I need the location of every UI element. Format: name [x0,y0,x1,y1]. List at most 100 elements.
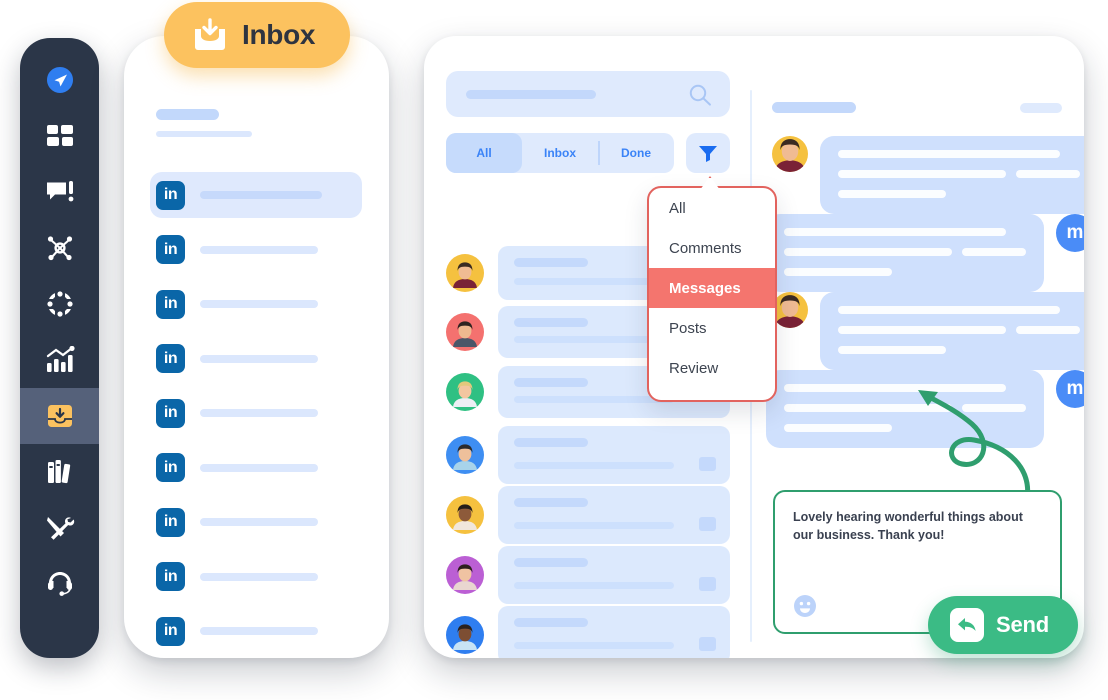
inbox-badge[interactable]: Inbox [164,2,350,68]
sidebar-item-dashboard[interactable] [20,108,99,164]
chat-line [784,268,892,276]
filter-dropdown-menu: All Comments Messages Posts Review [647,186,777,402]
reply-arrow-icon [950,608,984,642]
chat-line [838,150,1060,158]
brand-avatar: m [1056,214,1084,252]
search-placeholder-bar [466,90,596,99]
send-button[interactable]: Send [928,596,1078,654]
network-icon [47,236,72,261]
headset-support-icon [47,572,72,596]
dropdown-item-messages[interactable]: Messages [649,268,775,308]
linkedin-icon: in [156,235,185,264]
dropdown-item-all[interactable]: All [649,188,775,228]
phone-list-item[interactable]: in [150,281,362,327]
dropdown-item-comments[interactable]: Comments [649,228,775,268]
chat-line [784,424,892,432]
tab-inbox[interactable]: Inbox [522,133,598,173]
conversation-name-placeholder [514,438,588,447]
curved-green-arrow [918,390,1031,503]
sidebar-item-engage[interactable] [20,164,99,220]
phone-list-item[interactable]: in [150,172,362,218]
library-icon [47,460,70,484]
phone-list-item-placeholder [200,354,318,363]
conversation-preview [498,426,730,484]
tab-done[interactable]: Done [598,133,674,173]
chat-line [838,306,1060,314]
phone-list-item-placeholder [200,191,322,199]
sidebar-item-network[interactable] [20,220,99,276]
filter-button[interactable] [686,133,730,173]
conversation-chat-icon [699,637,716,651]
app-sidebar [20,38,99,658]
dropdown-item-review[interactable]: Review [649,348,775,388]
phone-screen: in in in in in in in in in [124,36,389,658]
phone-list-item-placeholder [200,463,318,472]
conversation-name-placeholder [514,558,588,567]
sidebar-item-analytics[interactable] [20,332,99,388]
conversation-snippet-placeholder [514,462,674,469]
phone-list-item[interactable]: in [150,554,362,600]
chat-line [838,326,1006,334]
dropdown-item-label: Comments [669,239,742,257]
smiley-face-icon[interactable] [793,594,817,618]
chat-line [784,248,952,256]
conversation-preview [498,486,730,544]
phone-list-item[interactable]: in [150,608,362,654]
chat-header-name-placeholder [772,102,856,113]
phone-list-item[interactable]: in [150,336,362,382]
conversation-snippet-placeholder [514,582,674,589]
sidebar-item-support[interactable] [20,556,99,612]
tab-all[interactable]: All [446,133,522,173]
avatar [446,373,484,411]
sidebar-item-tools[interactable] [20,500,99,556]
linkedin-icon: in [156,562,185,591]
conversation-snippet-placeholder [514,522,674,529]
conversation-row[interactable] [446,426,730,484]
chat-line [962,248,1026,256]
chat-bubble-incoming [820,136,1084,214]
inbox-icon [47,405,72,427]
chat-line [838,190,946,198]
avatar [446,556,484,594]
linkedin-icon: in [156,616,185,646]
phone-list-item[interactable]: in [150,227,362,273]
conversation-chat-icon [699,577,716,591]
phone-list-item-placeholder [200,627,318,635]
search-input[interactable] [446,71,730,117]
comment-alert-icon [46,181,73,202]
dropdown-item-posts[interactable]: Posts [649,308,775,348]
inbox-badge-label: Inbox [242,19,316,50]
sidebar-item-send[interactable] [20,52,99,108]
linkedin-icon: in [156,507,185,537]
phone-list-title-placeholder [156,109,219,120]
chat-bubble-incoming [820,292,1084,370]
conversation-chat-icon [699,517,716,531]
target-icon [44,289,75,319]
avatar [446,254,484,292]
filter-tabs: All Inbox Done [446,133,674,173]
conversation-row[interactable] [446,606,730,658]
conversation-name-placeholder [514,498,588,507]
phone-list-item-placeholder [200,572,318,581]
dashboard-icon [46,125,73,146]
sidebar-item-inbox[interactable] [20,388,99,444]
avatar [446,496,484,534]
conversation-chat-icon [699,457,716,471]
linkedin-icon: in [156,398,185,428]
conversation-row[interactable] [446,546,730,604]
sidebar-item-library[interactable] [20,444,99,500]
tab-done-label: Done [621,146,651,160]
sidebar-item-targeting[interactable] [20,276,99,332]
phone-list-item-placeholder [200,300,318,308]
phone-list-item[interactable]: in [150,499,362,545]
conversation-row[interactable] [446,486,730,544]
search-icon [689,84,711,106]
tab-all-label: All [476,146,492,160]
chat-bubble-outgoing [766,214,1044,292]
tab-inbox-label: Inbox [544,146,576,160]
phone-list-item[interactable]: in [150,390,362,436]
phone-list-subtitle-placeholder [156,131,252,137]
phone-list-item[interactable]: in [150,445,362,491]
conversation-snippet-placeholder [514,642,674,649]
chat-line [1016,170,1080,178]
